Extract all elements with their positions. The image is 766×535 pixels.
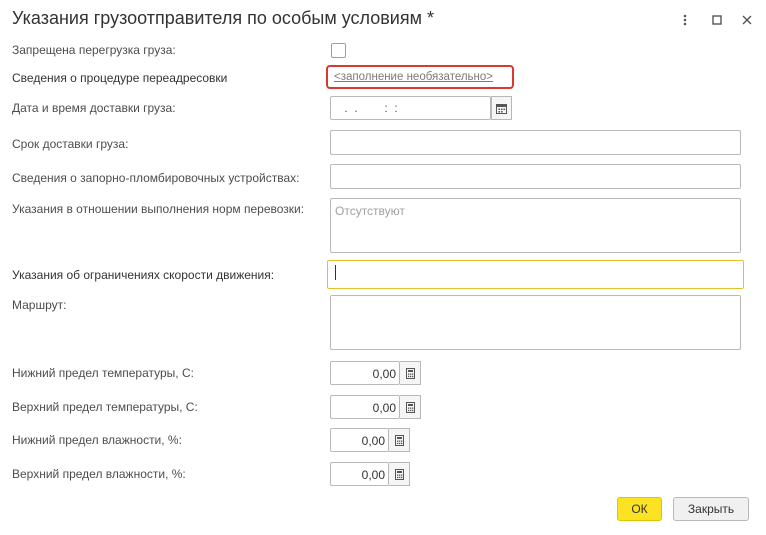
humidity-max-label: Верхний предел влажности, %: (12, 467, 186, 481)
reload-forbidden-checkbox[interactable] (331, 43, 346, 58)
window-title: Указания грузоотправителя по особым усло… (12, 8, 434, 28)
seal-devices-input[interactable] (330, 164, 741, 189)
temp-max-input[interactable]: 0,00 (330, 395, 400, 419)
humidity-max-input[interactable]: 0,00 (330, 462, 389, 486)
delivery-term-label: Срок доставки груза: (12, 137, 129, 151)
humidity-min-input[interactable]: 0,00 (330, 428, 389, 452)
temp-min-input[interactable]: 0,00 (330, 361, 400, 385)
humidity-min-calculator-button[interactable] (389, 428, 410, 452)
temp-min-value: 0,00 (372, 367, 396, 381)
redirect-link[interactable]: <заполнение необязательно> (334, 71, 493, 83)
route-label: Маршрут: (12, 298, 67, 312)
delivery-datetime-label: Дата и время доставки груза: (12, 101, 176, 115)
calculator-icon (405, 401, 415, 413)
calendar-icon (496, 103, 507, 114)
temp-min-calculator-button[interactable] (400, 361, 421, 385)
seal-devices-label: Сведения о запорно-пломбировочных устрой… (12, 171, 300, 185)
maximize-button[interactable] (709, 12, 725, 28)
close-button[interactable]: Закрыть (673, 497, 749, 521)
calculator-icon (405, 367, 415, 379)
reload-forbidden-label: Запрещена перегрузка груза: (12, 43, 176, 57)
more-menu-button[interactable] (677, 12, 693, 28)
speed-limits-input[interactable] (327, 260, 744, 289)
calculator-icon (394, 468, 404, 480)
delivery-datetime-mask: . . : : (341, 101, 398, 115)
maximize-icon (712, 15, 722, 25)
humidity-min-value: 0,00 (361, 434, 385, 448)
delivery-term-input[interactable] (330, 130, 741, 155)
temp-min-label: Нижний предел температуры, С: (12, 366, 194, 380)
humidity-min-label: Нижний предел влажности, %: (12, 433, 182, 447)
calendar-button[interactable] (491, 96, 512, 120)
more-vertical-icon (683, 14, 687, 26)
text-caret (335, 265, 336, 280)
transport-norms-textarea[interactable]: Отсутствуют (330, 198, 741, 253)
delivery-datetime-input[interactable]: . . : : (330, 96, 491, 120)
transport-norms-placeholder: Отсутствуют (335, 204, 405, 218)
ok-button[interactable]: ОК (617, 497, 662, 521)
speed-limits-label: Указания об ограничениях скорости движен… (12, 268, 275, 282)
calculator-icon (394, 434, 404, 446)
close-icon (742, 15, 752, 25)
transport-norms-label: Указания в отношении выполнения норм пер… (12, 202, 305, 216)
humidity-max-calculator-button[interactable] (389, 462, 410, 486)
temp-max-calculator-button[interactable] (400, 395, 421, 419)
redirect-label: Сведения о процедуре переадресовки (12, 71, 228, 85)
humidity-max-value: 0,00 (361, 468, 385, 482)
temp-max-value: 0,00 (372, 401, 396, 415)
window-close-button[interactable] (739, 12, 755, 28)
temp-max-label: Верхний предел температуры, С: (12, 400, 198, 414)
route-textarea[interactable] (330, 295, 741, 350)
